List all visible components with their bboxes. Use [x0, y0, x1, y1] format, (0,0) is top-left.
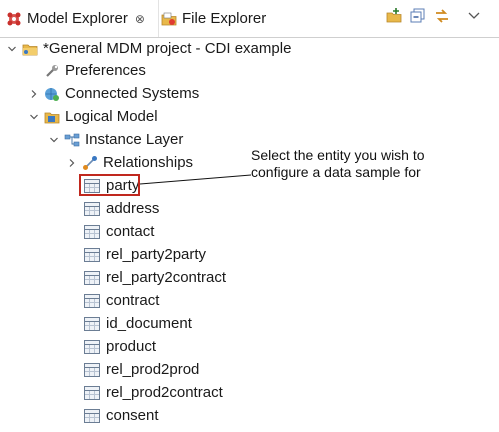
tab-file-explorer-label: File Explorer	[182, 10, 267, 27]
tree-node-entity[interactable]: rel_prod2contract	[84, 381, 223, 404]
view-menu-icon[interactable]	[465, 7, 483, 25]
instance-layer-icon	[64, 132, 80, 148]
wrench-icon	[44, 63, 60, 79]
tree-node-label: Logical Model	[65, 108, 158, 125]
tree-node-entity[interactable]: rel_party2party	[84, 243, 206, 266]
tree-node-label: address	[106, 200, 160, 217]
tree-node-label: contact	[106, 223, 155, 240]
tree-node-label: id_document	[106, 315, 192, 332]
table-icon	[84, 293, 100, 308]
tree-node-label: Instance Layer	[85, 131, 184, 148]
chevron-right-icon[interactable]	[28, 82, 40, 105]
connected-systems-icon	[44, 86, 60, 102]
table-icon	[84, 201, 100, 216]
close-icon[interactable]: ⊗	[134, 13, 146, 25]
table-icon	[84, 316, 100, 331]
chevron-down-icon[interactable]	[48, 128, 60, 151]
tree-node-label: product	[106, 338, 157, 355]
table-icon	[84, 362, 100, 377]
tree-node-label: rel_party2party	[106, 246, 207, 263]
table-icon	[84, 270, 100, 285]
tree-node-entity[interactable]: product	[84, 335, 156, 358]
folder-new-icon[interactable]	[385, 7, 403, 25]
table-icon	[84, 408, 100, 423]
tree-node-relationships[interactable]: Relationships	[66, 151, 193, 174]
tab-model-explorer-label: Model Explorer	[27, 10, 128, 27]
relationships-icon	[82, 155, 98, 171]
chevron-down-icon[interactable]	[28, 105, 40, 128]
tree-node-preferences[interactable]: Preferences	[44, 59, 146, 82]
tree-node-entity[interactable]: rel_prod2prod	[84, 358, 199, 381]
tree-node-entity[interactable]: contact	[84, 220, 154, 243]
tree-node-logical-model[interactable]: Logical Model	[28, 105, 158, 128]
model-explorer-tree: *General MDM project - CDI example Prefe…	[0, 37, 499, 432]
table-icon	[84, 339, 100, 354]
table-icon	[84, 224, 100, 239]
file-explorer-icon	[161, 11, 177, 27]
tree-node-instance-layer[interactable]: Instance Layer	[48, 128, 183, 151]
tree-node-label: rel_prod2prod	[106, 361, 200, 378]
callout-line-2: configure a data sample for	[251, 164, 421, 180]
tree-node-label: rel_prod2contract	[106, 384, 223, 401]
tree-node-label: *General MDM project - CDI example	[43, 40, 292, 57]
link-with-editor-icon[interactable]	[433, 7, 451, 25]
tree-node-project[interactable]: *General MDM project - CDI example	[6, 37, 291, 60]
chevron-right-icon[interactable]	[66, 151, 78, 174]
tree-node-entity[interactable]: consent	[84, 404, 159, 427]
callout-annotation: Select the entity you wish to configure …	[251, 147, 425, 181]
tree-node-entity[interactable]: rel_party2contract	[84, 266, 226, 289]
tree-node-entity[interactable]: id_document	[84, 312, 192, 335]
tree-node-label: consent	[106, 407, 159, 424]
tree-node-connected-systems[interactable]: Connected Systems	[28, 82, 199, 105]
chevron-down-icon[interactable]	[6, 37, 18, 60]
table-icon	[84, 385, 100, 400]
tree-node-label: Preferences	[65, 62, 146, 79]
tree-node-label: rel_party2contract	[106, 269, 227, 286]
highlight-box	[79, 174, 140, 196]
project-folder-icon	[22, 41, 38, 57]
collapse-all-icon[interactable]	[409, 7, 427, 25]
tree-node-entity[interactable]: contract	[84, 289, 159, 312]
tree-node-label: Relationships	[103, 154, 194, 171]
view-tab-bar: Model Explorer ⊗ File Explorer	[0, 0, 499, 38]
logical-model-icon	[44, 109, 60, 125]
table-icon	[84, 247, 100, 262]
tree-node-label: Connected Systems	[65, 85, 200, 102]
callout-line-1: Select the entity you wish to	[251, 147, 425, 163]
tree-node-label: contract	[106, 292, 160, 309]
tree-node-entity[interactable]: address	[84, 197, 159, 220]
tab-model-explorer[interactable]: Model Explorer ⊗	[0, 0, 159, 37]
model-explorer-icon	[6, 11, 22, 27]
tab-file-explorer[interactable]: File Explorer	[158, 0, 278, 37]
view-toolbar	[379, 7, 483, 25]
